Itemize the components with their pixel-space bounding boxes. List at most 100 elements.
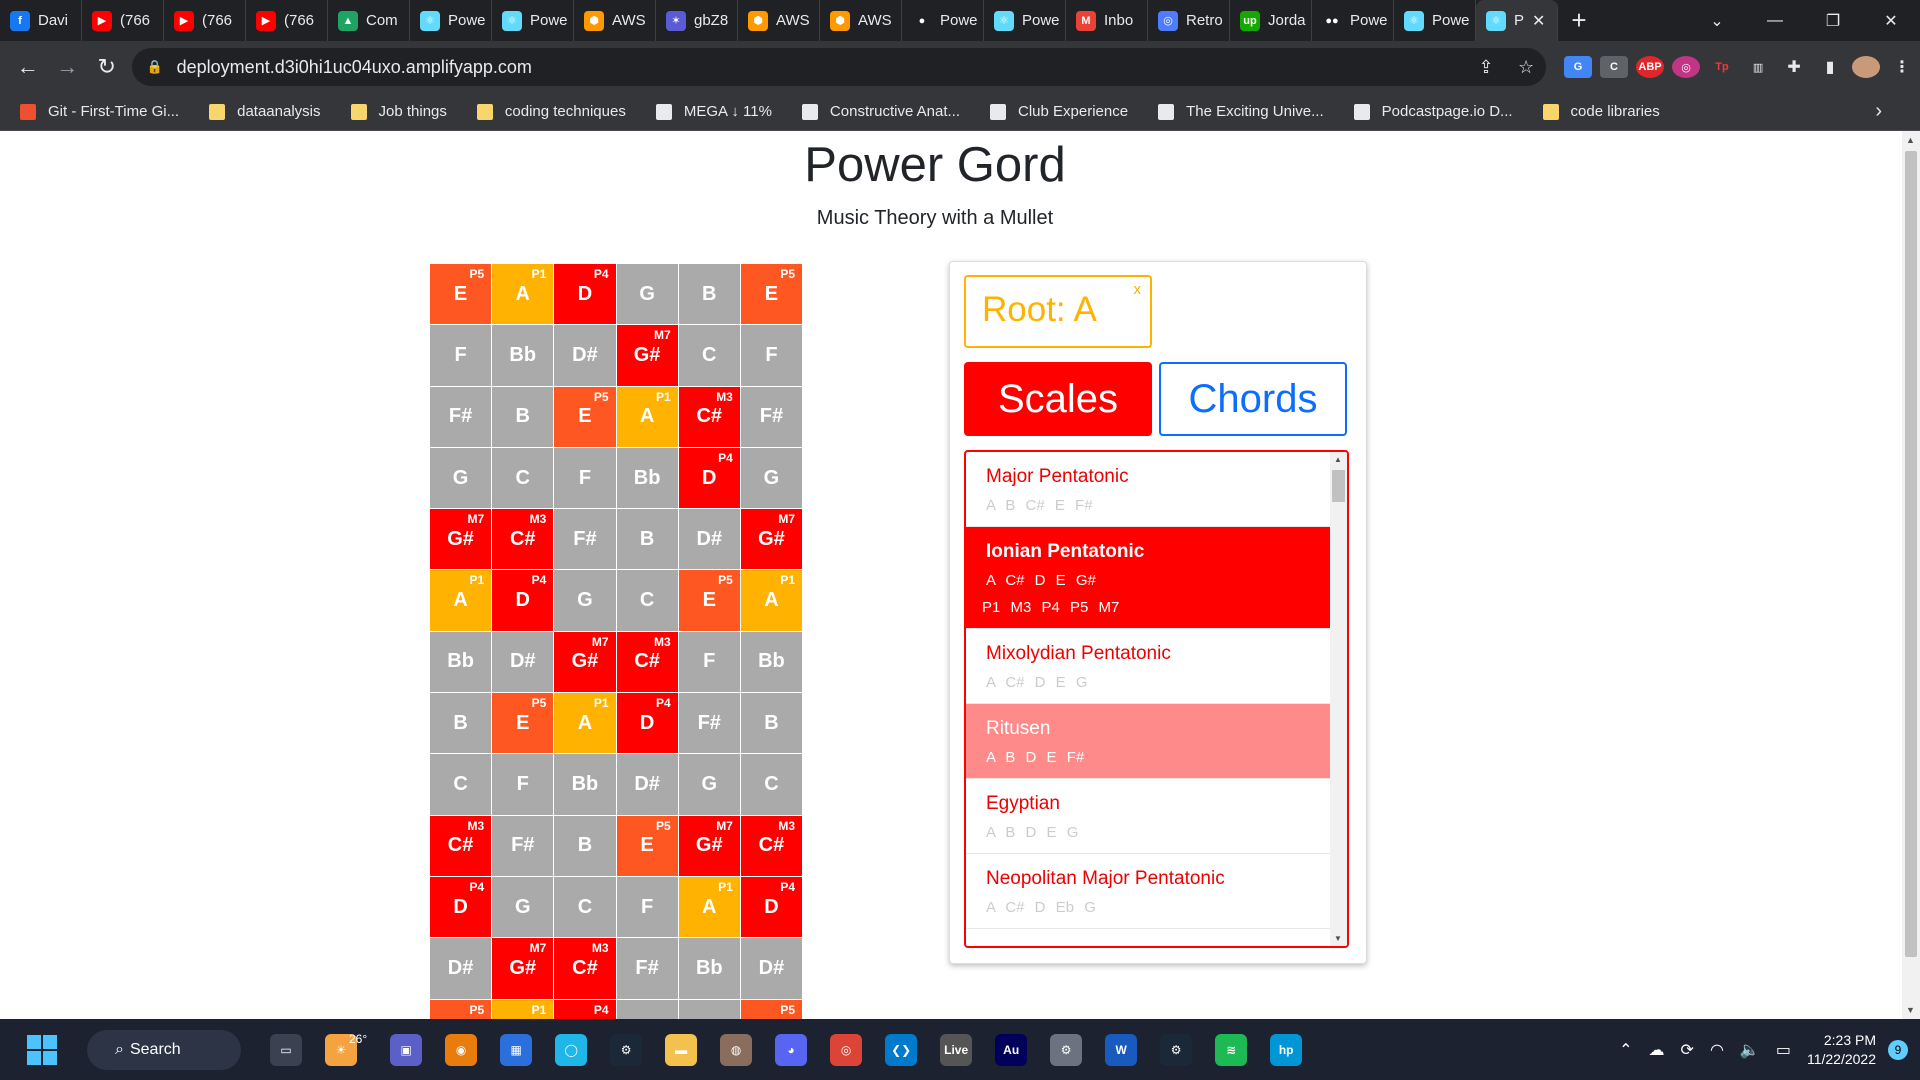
scale-list[interactable]: Major Pentatonic A B C# E F# Ionian Pentat… [964,450,1349,948]
page-scrollbar[interactable]: ▲ ▼ [1902,131,1920,1019]
fret-note[interactable]: M3 C# [554,938,616,999]
fret-note[interactable]: C [740,754,803,815]
browser-tab[interactable]: ●● Powe [1312,0,1394,41]
adblock-extension-icon[interactable]: ABP [1636,56,1665,78]
browser-tab[interactable]: ⬢ AWS [820,0,902,41]
clock[interactable]: 2:23 PM 11/22/2022 [1807,1031,1876,1069]
page-scroll-down-icon[interactable]: ▼ [1906,1005,1915,1015]
fret-note[interactable]: G [430,447,492,509]
fret-note[interactable]: M3 C# [492,509,554,570]
fret-note[interactable]: G [678,754,740,815]
fret-note[interactable]: P4 D [678,447,740,509]
fret-note[interactable]: F [554,447,616,509]
live-icon[interactable]: Live [940,1033,973,1066]
fret-note[interactable]: P4 D [740,876,803,938]
fret-note[interactable]: C [678,325,740,386]
address-bar[interactable]: 🔒 deployment.d3i0hi1uc04uxo.amplifyapp.c… [132,48,1547,86]
fret-note[interactable]: Bb [740,631,803,693]
fret-note[interactable]: P5 E [554,386,616,447]
fret-note[interactable]: M7 G# [616,325,678,386]
fret-note[interactable]: P1 A [678,876,740,938]
fret-note[interactable]: P1 A [616,386,678,447]
fret-note[interactable]: D# [616,754,678,815]
fret-note[interactable]: C [616,570,678,631]
tab-search-icon[interactable]: ⌄ [1688,0,1746,41]
fret-note[interactable]: P1 [492,999,554,1019]
root-clear-button[interactable]: x [1134,281,1142,298]
menu-kebab-icon[interactable]: ⋮ [1888,56,1917,78]
fret-note[interactable]: M7 G# [430,509,492,570]
word-icon[interactable]: W [1105,1033,1138,1066]
instagram-extension-icon[interactable]: ◎ [1672,56,1701,78]
chords-button[interactable]: Chords [1159,362,1347,436]
bookmark-item[interactable]: Podcastpage.io D... [1353,103,1513,120]
new-tab-button[interactable]: + [1558,5,1600,36]
bookmarks-overflow-icon[interactable]: › [1875,100,1882,123]
profile-avatar[interactable] [1852,56,1881,78]
fret-note[interactable]: B [740,693,803,754]
back-button[interactable]: ← [8,47,47,87]
browser-tab[interactable]: ▲ Com [328,0,410,41]
fret-note[interactable]: P5 E [430,264,492,325]
fret-note[interactable]: D# [492,631,554,693]
chrome-icon[interactable]: ◎ [830,1033,863,1066]
scroll-up-arrow-icon[interactable]: ▲ [1334,455,1342,464]
fret-note[interactable]: M3 C# [678,386,740,447]
fret-note[interactable]: M7 G# [678,815,740,876]
fret-note[interactable]: P4 [554,999,616,1019]
fret-note[interactable]: P4 D [554,264,616,325]
fret-note[interactable]: M3 C# [616,631,678,693]
fret-note[interactable]: F# [492,815,554,876]
fret-note[interactable]: Bb [492,325,554,386]
scroll-down-arrow-icon[interactable]: ▼ [1334,934,1342,943]
fret-note[interactable]: P1 A [430,570,492,631]
extensions-puzzle-icon[interactable]: ✚ [1780,56,1809,78]
browser-tab[interactable]: ⚛ Powe [410,0,492,41]
settings-icon[interactable]: ⚙ [1050,1033,1083,1066]
browser-tab[interactable]: ◎ Retro [1148,0,1230,41]
fret-note[interactable]: P5 E [616,815,678,876]
fret-note[interactable]: F# [616,938,678,999]
fret-note[interactable]: P4 D [616,693,678,754]
fret-note[interactable]: F [678,631,740,693]
browser-tab[interactable]: ⚛ Powe [1394,0,1476,41]
fret-note[interactable]: Bb [554,754,616,815]
fret-note[interactable]: F [430,325,492,386]
scale-list-item[interactable]: Mixolydian Pentatonic A C# D E G [966,629,1332,704]
fret-note[interactable]: F# [430,386,492,447]
battery-icon[interactable]: ▭ [1776,1040,1791,1060]
fret-note[interactable]: M7 G# [492,938,554,999]
fret-note[interactable]: F [740,325,803,386]
fret-note[interactable]: Bb [678,938,740,999]
fret-note[interactable]: P1 A [492,264,554,325]
fret-note[interactable] [678,999,740,1019]
fret-note[interactable]: P5 E [678,570,740,631]
fret-note[interactable]: M7 G# [740,509,803,570]
reload-button[interactable]: ↻ [87,47,126,87]
bookmark-item[interactable]: MEGA ↓ 11% [655,103,772,120]
fret-note[interactable]: P5 [430,999,492,1019]
fret-note[interactable]: G [492,876,554,938]
bookmark-item[interactable]: coding techniques [476,103,626,120]
fret-note[interactable]: P4 D [430,876,492,938]
c-extension-icon[interactable]: C [1600,56,1629,78]
spotify-icon[interactable]: ≋ [1215,1033,1248,1066]
fret-note[interactable]: G [554,570,616,631]
volume-icon[interactable]: 🔈 [1740,1040,1760,1060]
fret-note[interactable]: M3 C# [740,815,803,876]
bookmark-star-icon[interactable]: ☆ [1506,57,1546,78]
fret-note[interactable]: P5 E [740,264,803,325]
browser-tab[interactable]: f Davi [0,0,82,41]
fret-note[interactable]: F [492,754,554,815]
notification-badge[interactable]: 9 [1888,1039,1908,1060]
fret-note[interactable]: C [492,447,554,509]
fret-note[interactable]: D# [740,938,803,999]
tp-extension-icon[interactable]: Tp [1708,56,1737,78]
fret-note[interactable]: Bb [616,447,678,509]
alexa-icon[interactable]: ◯ [555,1033,588,1066]
bookmark-item[interactable]: Git - First-Time Gi... [20,103,179,120]
browser-tab[interactable]: ⚛ Powe [492,0,574,41]
fret-note[interactable]: G [616,264,678,325]
fret-note[interactable]: G [740,447,803,509]
task-view-icon[interactable]: ▭ [270,1033,302,1066]
